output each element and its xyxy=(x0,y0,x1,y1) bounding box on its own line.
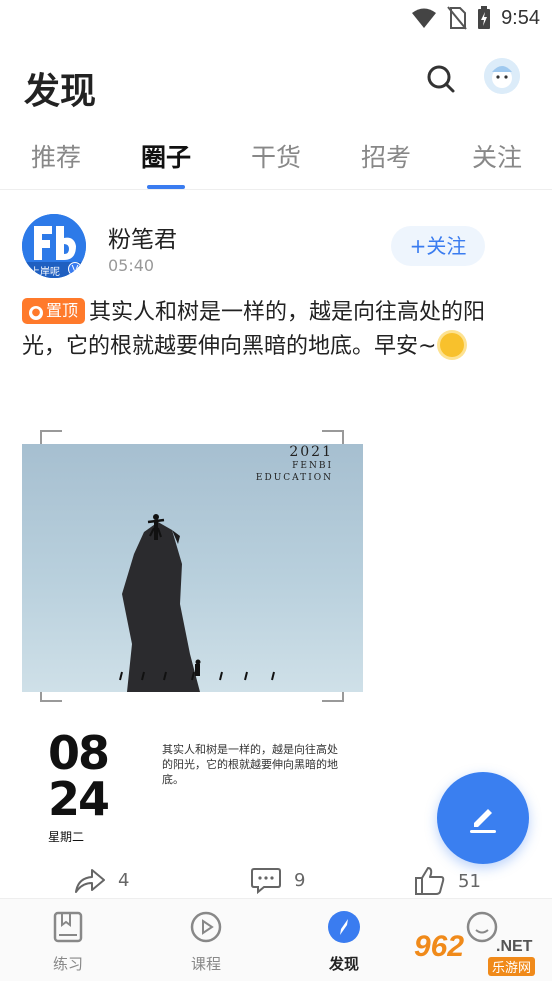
share-count: 4 xyxy=(118,869,130,891)
page-title: 发现 xyxy=(24,71,97,112)
nav-practice-label: 练习 xyxy=(52,955,83,973)
author-avatar[interactable]: 上岸呢 V xyxy=(22,214,86,278)
no-sim-icon xyxy=(447,6,467,30)
status-icons: 9:54 xyxy=(411,6,540,30)
date-block: 08 24 xyxy=(48,726,110,826)
pin-badge: ● 置顶 xyxy=(22,298,86,324)
sun-emoji-icon xyxy=(440,333,465,357)
header: 发现 xyxy=(0,52,552,122)
compose-button[interactable] xyxy=(437,772,529,864)
post-time: 05:40 xyxy=(108,256,155,275)
comment-icon xyxy=(251,868,281,894)
search-button[interactable] xyxy=(424,62,458,96)
tab-bar: 推荐 圈子 干货 招考 关注 xyxy=(0,128,552,190)
mountain-photo: 2021 FENBI EDUCATION xyxy=(22,444,363,692)
pencil-icon xyxy=(470,809,496,833)
search-icon xyxy=(427,65,455,93)
tab-indicator xyxy=(147,185,185,189)
user-avatar[interactable] xyxy=(484,58,520,94)
date-month: 08 xyxy=(48,726,110,780)
comment-count: 9 xyxy=(294,869,306,891)
tab-dry-goods[interactable]: 干货 xyxy=(236,138,316,174)
photo-year: 2021 xyxy=(289,444,333,460)
tab-circle[interactable]: 圈子 xyxy=(126,138,206,174)
share-icon xyxy=(75,869,105,893)
post-text-block[interactable]: ● 置顶 其实人和树是一样的，越是向往高处的阳光，它的根就越要伸向黑暗的地底。早安~ xyxy=(22,296,528,364)
post-text: 其实人和树是一样的，越是向往高处的阳光，它的根就越要伸向黑暗的地底。早安~ xyxy=(22,300,486,359)
play-icon xyxy=(190,911,222,943)
brand-line-1: FENBI xyxy=(292,461,333,471)
date-day: 24 xyxy=(48,772,110,826)
post-image[interactable]: 2021 FENBI EDUCATION 08 24 星期二 其实人和树是一样的，… xyxy=(22,430,366,844)
battery-charging-icon xyxy=(478,6,491,29)
tab-recruitment[interactable]: 招考 xyxy=(346,138,426,174)
like-button[interactable]: 51 xyxy=(414,866,481,896)
avatar-badge-text: 上岸呢 xyxy=(30,267,60,278)
nav-practice[interactable]: 练习 xyxy=(28,909,108,974)
photo-brand: FENBI EDUCATION xyxy=(256,460,333,484)
pin-label: 置顶 xyxy=(46,301,79,320)
compass-icon xyxy=(328,911,360,943)
thumbs-up-icon xyxy=(415,867,445,895)
watermark-site: 乐游网 xyxy=(488,957,536,976)
nav-courses-label: 课程 xyxy=(190,955,221,973)
book-icon xyxy=(53,911,83,943)
date-weekday: 星期二 xyxy=(48,830,85,844)
post-actions: 4 9 51 xyxy=(0,866,552,896)
verified-badge: V xyxy=(68,262,82,276)
watermark-number: 962 xyxy=(414,930,465,963)
follow-button[interactable]: +关注 xyxy=(391,226,485,266)
tab-recommend[interactable]: 推荐 xyxy=(16,138,96,174)
nav-discover-label: 发现 xyxy=(328,955,359,973)
pin-icon: ● xyxy=(29,306,43,320)
author-name[interactable]: 粉笔君 xyxy=(108,220,177,254)
image-quote: 其实人和树是一样的，越是向往高处的阳光，它的根就越要伸向黑暗的地底。 xyxy=(162,743,338,786)
tab-following[interactable]: 关注 xyxy=(457,138,537,174)
brand-line-2: EDUCATION xyxy=(255,473,333,483)
status-bar: 9:54 xyxy=(0,0,552,38)
site-watermark: 962 .NET 乐游网 xyxy=(414,930,550,976)
watermark-net: .NET xyxy=(496,938,533,955)
nav-discover[interactable]: 发现 xyxy=(304,909,384,974)
wifi-icon xyxy=(412,8,437,28)
avatar-icon xyxy=(484,58,520,94)
nav-courses[interactable]: 课程 xyxy=(166,909,246,974)
like-count: 51 xyxy=(458,870,481,892)
share-button[interactable]: 4 xyxy=(74,866,129,894)
status-time: 9:54 xyxy=(501,6,540,29)
comment-button[interactable]: 9 xyxy=(250,866,305,894)
